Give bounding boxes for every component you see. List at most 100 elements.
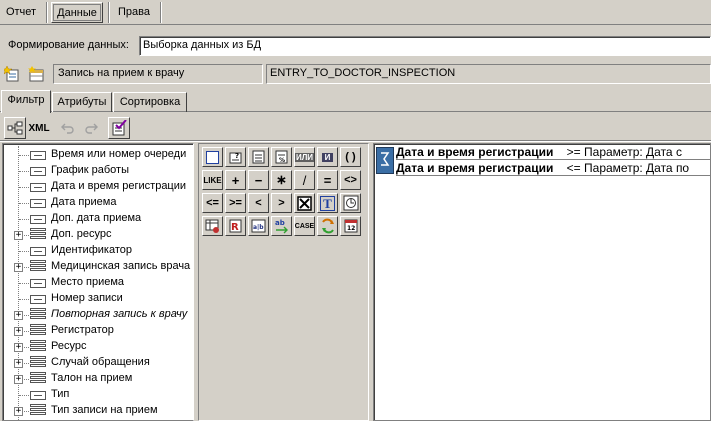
tree-item[interactable]: Место приема [3, 275, 193, 291]
less-equal-button[interactable]: <= [202, 193, 223, 213]
expand-icon[interactable]: + [14, 311, 23, 320]
xml-button[interactable]: XML [27, 117, 51, 139]
divide-button[interactable]: / [294, 170, 315, 190]
multiply-button[interactable]: ∗ [271, 170, 292, 190]
tree-item[interactable]: + Тип записи на прием [3, 403, 193, 419]
table-icon [30, 228, 46, 241]
like-button[interactable]: LIKE [202, 170, 223, 190]
tree-item[interactable]: + Повторная запись к врачу [3, 307, 193, 323]
redo-icon[interactable] [80, 117, 102, 139]
svg-text:a|b: a|b [253, 224, 264, 231]
svg-text:ab: ab [275, 219, 285, 227]
formation-select[interactable]: Выборка данных из БД [139, 36, 711, 56]
sub-tab-bar: Фильтр Атрибуты Сортировка [0, 90, 711, 113]
tree-item[interactable]: + Регистратор [3, 323, 193, 339]
tree-item[interactable]: Время или номер очереди [3, 147, 193, 163]
tree-item-label: Идентификатор [51, 244, 132, 256]
condition-row[interactable]: Дата и время регистрации <= Параметр: Да… [396, 161, 710, 176]
expand-icon[interactable]: + [14, 343, 23, 352]
plus-button[interactable]: + [225, 170, 246, 190]
conditions-panel[interactable]: Дата и время регистрации >= Параметр: Да… [373, 143, 711, 421]
tab-report[interactable]: Отчет [2, 2, 40, 23]
tab-filter[interactable]: Фильтр [1, 90, 51, 113]
condition-row[interactable]: Дата и время регистрации >= Параметр: Да… [396, 145, 710, 160]
greater-button[interactable]: > [271, 193, 292, 213]
dictionary-icon[interactable]: a|b [248, 216, 269, 236]
table-icon [30, 372, 46, 385]
field-icon [30, 247, 46, 256]
expand-icon[interactable]: + [14, 375, 23, 384]
parentheses-button[interactable]: ( ) [340, 147, 361, 167]
parameter-icon[interactable]: ? [225, 147, 246, 167]
tree-item[interactable]: + Доп. ресурс [3, 227, 193, 243]
not-equals-button[interactable]: <> [340, 170, 361, 190]
tree-item[interactable]: + Ресурс [3, 339, 193, 355]
tree-structure-icon[interactable] [4, 117, 26, 139]
calendar-icon[interactable]: 12 [340, 216, 361, 236]
tab-separator [160, 2, 161, 23]
case-button[interactable]: CASE [294, 216, 315, 236]
attribute-icon[interactable] [248, 147, 269, 167]
tree-item-label: Тип [51, 388, 70, 400]
tree-item[interactable]: Идентификатор [3, 243, 193, 259]
entity-code-field: ENTRY_TO_DOCTOR_INSPECTION [266, 64, 711, 84]
table-icon [30, 340, 46, 353]
and-button[interactable]: И [317, 147, 338, 167]
table-icon [30, 260, 46, 273]
field-icon [30, 167, 46, 176]
tree-item[interactable]: + Медицинская запись врача [3, 259, 193, 275]
table-icon [30, 324, 46, 337]
equals-button[interactable]: = [317, 170, 338, 190]
text-constant-button[interactable]: T [317, 193, 338, 213]
expand-icon[interactable]: + [14, 231, 23, 240]
tree-item[interactable]: Доп. дата приема [3, 211, 193, 227]
expand-icon[interactable]: + [14, 359, 23, 368]
svg-text:%: % [279, 157, 285, 164]
tab-data[interactable]: Данные [51, 2, 103, 23]
fields-tree[interactable]: Время или номер очереди График работы Дата… [2, 143, 194, 421]
and-group-marker[interactable] [376, 147, 394, 174]
formation-label: Формирование данных: [8, 39, 129, 51]
tab-rights[interactable]: Права [112, 2, 156, 23]
tab-sorting[interactable]: Сортировка [113, 92, 187, 112]
table-icon [30, 356, 46, 369]
condition-operator: <= Параметр: Дата по [566, 161, 690, 175]
function-icon[interactable] [340, 193, 361, 213]
empty-condition-icon[interactable] [202, 147, 223, 167]
tree-item-label: Дата приема [51, 196, 117, 208]
tree-item-label: Номер записи [51, 292, 123, 304]
tree-connector [19, 219, 29, 220]
tree-item[interactable]: График работы [3, 163, 193, 179]
tree-item[interactable]: Дата приема [3, 195, 193, 211]
field-icon [30, 295, 46, 304]
null-icon[interactable] [294, 193, 315, 213]
tree-item-label: Доп. дата приема [51, 212, 142, 224]
greater-equal-button[interactable]: >= [225, 193, 246, 213]
minus-button[interactable]: − [248, 170, 269, 190]
tab-separator [108, 2, 109, 23]
field-icon [30, 199, 46, 208]
expand-icon[interactable]: + [14, 327, 23, 336]
less-button[interactable]: < [248, 193, 269, 213]
expand-icon[interactable]: + [14, 263, 23, 272]
check-list-icon[interactable] [108, 117, 130, 139]
tree-item[interactable]: Тип [3, 387, 193, 403]
entity-code-value: ENTRY_TO_DOCTOR_INSPECTION [270, 67, 456, 79]
tree-item[interactable]: Дата и время регистрации [3, 179, 193, 195]
query-builder-icon[interactable] [202, 216, 223, 236]
convert-icon[interactable] [317, 216, 338, 236]
tab-attributes[interactable]: Атрибуты [52, 92, 112, 112]
string-function-icon[interactable]: ab [271, 216, 292, 236]
undo-icon[interactable] [57, 117, 79, 139]
new-doc-icon[interactable] [1, 65, 20, 82]
tree-item[interactable]: + Случай обращения [3, 355, 193, 371]
tree-item-label: Регистратор [51, 324, 114, 336]
tree-item[interactable]: Номер записи [3, 291, 193, 307]
attribute-value-icon[interactable]: % [271, 147, 292, 167]
field-icon [30, 391, 46, 400]
expand-icon[interactable]: + [14, 407, 23, 416]
tree-item[interactable]: + Талон на прием [3, 371, 193, 387]
or-button[interactable]: ИЛИ [294, 147, 315, 167]
filter-rule-icon[interactable]: R [225, 216, 246, 236]
edit-table-icon[interactable] [28, 66, 44, 82]
